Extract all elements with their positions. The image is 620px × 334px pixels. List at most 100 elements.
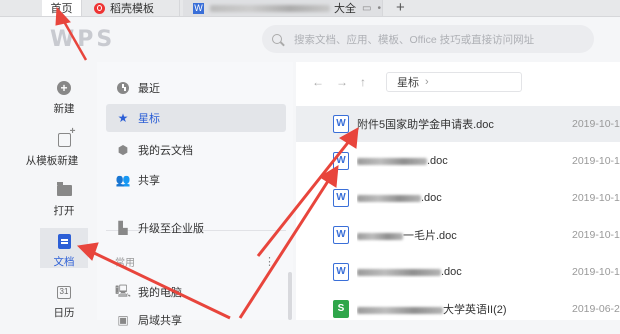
rail-new[interactable]: + 新建 xyxy=(40,80,88,120)
tab-daoke-label: 稻壳模板 xyxy=(110,3,154,15)
building-icon: ▙ xyxy=(118,221,128,235)
file-name-text: 附件5国家助学金申请表.doc xyxy=(357,119,494,131)
tab-document[interactable]: W 大全 ▭ • xyxy=(183,0,383,16)
rail-open-label: 打开 xyxy=(53,205,75,217)
word-doc-icon: W xyxy=(193,2,204,14)
word-file-icon: W xyxy=(333,226,349,244)
nav-cloud-docs[interactable]: ⬢ 我的云文档 xyxy=(106,136,286,164)
file-row[interactable]: W .doc 2019-10-1 xyxy=(296,254,620,290)
word-file-icon: W xyxy=(333,152,349,170)
star-icon: ★ xyxy=(117,111,129,125)
word-file-icon: W xyxy=(333,115,349,133)
header: WPS 搜索文档、应用、模板、Office 技巧或直接访问网址 xyxy=(0,17,620,62)
nav-more[interactable]: ▣ 局域共享 xyxy=(106,306,286,334)
blurred-filename xyxy=(357,157,427,165)
search-placeholder: 搜索文档、应用、模板、Office 技巧或直接访问网址 xyxy=(294,33,535,46)
file-list-panel: ← → ↑ 星标 › W 附件5国家助学金申请表.doc 2019-10-1 W .do… xyxy=(296,62,620,320)
tab-document-suffix: 大全 xyxy=(334,3,356,15)
file-date: 2019-10-1 xyxy=(572,192,620,204)
forward-arrow-icon[interactable]: → xyxy=(336,75,348,89)
file-name-text: 大学英语II(2) xyxy=(443,304,507,316)
blurred-tab-title xyxy=(210,4,330,12)
secondary-nav: 最近 ★ 星标 ⬢ 我的云文档 👥 共享 ▙ 升级至企业版 🖳 我的电脑 ▣ 局… xyxy=(97,62,293,327)
template-plus-icon xyxy=(56,126,75,148)
file-name: .doc xyxy=(357,155,557,167)
file-date: 2019-10-1 xyxy=(572,229,620,241)
calendar-icon: 31 xyxy=(56,284,72,300)
wps-logo: WPS xyxy=(50,27,116,52)
file-row[interactable]: W .doc 2019-10-1 xyxy=(296,180,620,216)
people-icon: 👥 xyxy=(115,173,131,187)
file-date: 2019-06-2 xyxy=(572,303,620,315)
tab-home-label: 首页 xyxy=(50,3,73,15)
cloud-box-icon: ⬢ xyxy=(117,143,129,157)
word-file-icon: W xyxy=(333,263,349,281)
clock-icon xyxy=(116,81,130,95)
back-arrow-icon[interactable]: ← xyxy=(312,75,324,89)
nav-starred-label: 星标 xyxy=(138,113,160,125)
file-name: .doc xyxy=(357,266,557,278)
file-date: 2019-10-1 xyxy=(572,266,620,278)
rail-template-new-label: 从模板新建 xyxy=(25,155,79,167)
file-row[interactable]: W 附件5国家助学金申请表.doc 2019-10-1 xyxy=(296,106,620,142)
word-file-icon: W xyxy=(333,189,349,207)
file-name-text: .doc xyxy=(427,155,448,167)
rail-open[interactable]: 打开 xyxy=(40,181,88,222)
file-row[interactable]: W 一毛片.doc 2019-10-1 xyxy=(296,217,620,253)
blurred-filename xyxy=(357,232,403,240)
tab-home[interactable]: 首页 xyxy=(42,0,82,16)
new-tab-button[interactable]: + xyxy=(396,0,405,16)
file-name: 一毛片.doc xyxy=(357,227,557,243)
search-icon xyxy=(272,34,282,44)
rail-template-new[interactable]: 从模板新建 xyxy=(26,126,88,172)
file-row[interactable]: S 大学英语II(2) 2019-06-2 xyxy=(296,291,620,327)
nav-scrollbar[interactable] xyxy=(288,272,292,320)
daoke-logo-icon xyxy=(94,2,105,14)
file-name: 附件5国家助学金申请表.doc xyxy=(357,116,557,132)
blurred-filename xyxy=(357,268,441,276)
blurred-filename xyxy=(357,306,443,314)
more-options-icon[interactable]: ⋮ xyxy=(264,255,275,268)
section-frequent: 常用 xyxy=(115,258,135,269)
close-dot-icon[interactable]: • xyxy=(377,3,381,14)
rail-docs[interactable]: 文档 xyxy=(40,228,88,268)
rail-new-label: 新建 xyxy=(53,103,75,115)
breadcrumb[interactable]: 星标 › xyxy=(386,72,522,92)
nav-my-computer-label: 我的电脑 xyxy=(138,287,182,299)
tab-bar: 首页 稻壳模板 W 大全 ▭ • + xyxy=(0,0,620,17)
document-icon xyxy=(56,234,72,249)
nav-upgrade[interactable]: ▙ 升级至企业版 xyxy=(106,214,286,242)
blurred-filename xyxy=(357,194,421,202)
file-name-text: .doc xyxy=(441,266,462,278)
file-name: .doc xyxy=(357,192,557,204)
nav-recent-label: 最近 xyxy=(138,83,160,95)
path-bar: ← → ↑ 星标 › xyxy=(296,62,620,102)
file-name-text: .doc xyxy=(421,192,442,204)
file-date: 2019-10-1 xyxy=(572,118,620,130)
rail-docs-label: 文档 xyxy=(53,256,75,268)
nav-share[interactable]: 👥 共享 xyxy=(106,166,286,194)
folder-icon xyxy=(56,181,72,198)
monitor-icon[interactable]: ▭ xyxy=(362,3,371,14)
chevron-right-icon: › xyxy=(425,76,429,88)
search-bar[interactable]: 搜索文档、应用、模板、Office 技巧或直接访问网址 xyxy=(262,25,594,53)
nav-starred[interactable]: ★ 星标 xyxy=(106,104,286,132)
lan-icon: ▣ xyxy=(117,313,129,327)
up-arrow-icon[interactable]: ↑ xyxy=(360,75,366,89)
breadcrumb-label: 星标 xyxy=(397,77,419,89)
tab-daoke-templates[interactable]: 稻壳模板 xyxy=(84,0,180,16)
computer-icon: 🖳 xyxy=(115,283,132,298)
file-name: 大学英语II(2) xyxy=(357,301,557,317)
nav-upgrade-label: 升级至企业版 xyxy=(138,223,204,235)
file-row[interactable]: W .doc 2019-10-1 xyxy=(296,143,620,179)
rail-calendar[interactable]: 31 日历 xyxy=(40,284,88,320)
nav-share-label: 共享 xyxy=(138,175,160,187)
nav-cloud-label: 我的云文档 xyxy=(138,145,193,157)
rail-calendar-label: 日历 xyxy=(53,307,75,319)
file-date: 2019-10-1 xyxy=(572,155,620,167)
nav-my-computer[interactable]: 🖳 我的电脑 xyxy=(106,278,286,306)
nav-more-label: 局域共享 xyxy=(138,315,182,327)
plus-circle-icon: + xyxy=(56,80,72,96)
nav-recent[interactable]: 最近 xyxy=(106,74,286,102)
left-rail: + 新建 从模板新建 打开 文档 31 日历 xyxy=(26,62,88,320)
